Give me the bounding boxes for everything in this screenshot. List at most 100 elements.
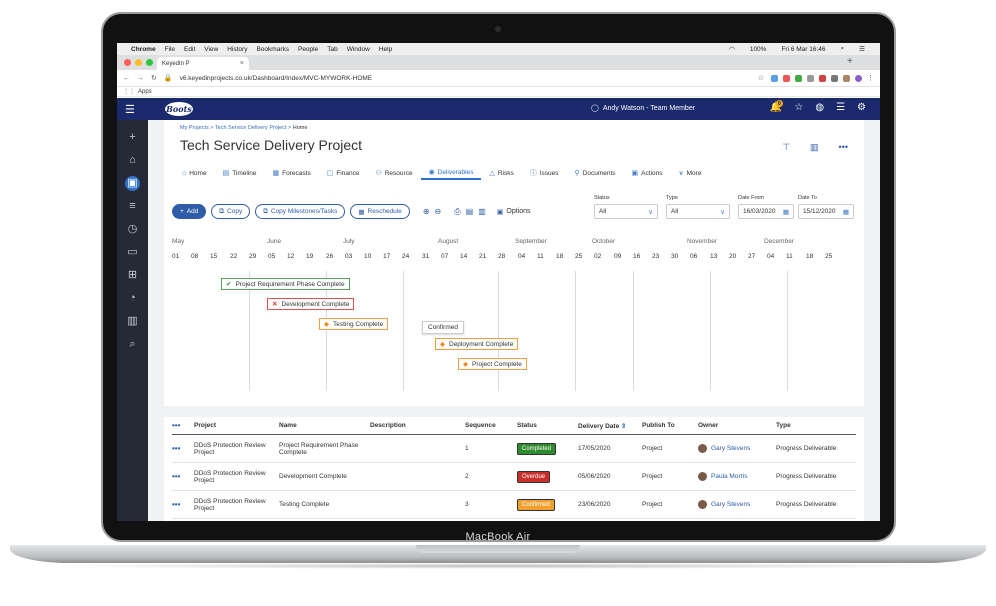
star-icon[interactable]: ☆ bbox=[794, 102, 803, 113]
column-header[interactable]: Publish To bbox=[642, 422, 698, 429]
extension-icon[interactable] bbox=[831, 74, 838, 82]
row-menu-icon[interactable]: ••• bbox=[172, 444, 194, 453]
row-menu-icon[interactable]: ••• bbox=[172, 421, 194, 430]
hamburger-icon[interactable]: ☰ bbox=[125, 103, 135, 116]
profile-avatar[interactable] bbox=[855, 74, 862, 82]
tab-resource[interactable]: ⚇ Resource bbox=[367, 166, 420, 180]
wifi-icon[interactable]: ◠ bbox=[729, 45, 735, 53]
column-header[interactable]: Status bbox=[517, 422, 578, 429]
menu-people[interactable]: People bbox=[298, 46, 318, 53]
apps-grid-icon[interactable]: ⋮⋮ bbox=[123, 88, 135, 95]
search-icon[interactable]: ⌕ bbox=[841, 45, 845, 53]
pdf-icon[interactable]: ▤ bbox=[466, 207, 474, 216]
maximize-window-button[interactable] bbox=[146, 59, 153, 66]
column-header[interactable]: Type bbox=[776, 422, 856, 429]
export-icon[interactable]: ▥ bbox=[478, 207, 486, 216]
hierarchy-icon[interactable]: ⊤ bbox=[782, 142, 790, 153]
bell-icon[interactable]: 🔔 0 bbox=[770, 100, 783, 113]
row-menu-icon[interactable]: ••• bbox=[172, 472, 194, 481]
reload-icon[interactable]: ↻ bbox=[151, 74, 157, 82]
tab-timeline[interactable]: ▤ Timeline bbox=[215, 166, 265, 180]
minimize-window-button[interactable] bbox=[135, 59, 142, 66]
tab-finance[interactable]: ▢ Finance bbox=[319, 166, 368, 180]
gear-icon[interactable]: ⚙ bbox=[857, 102, 866, 113]
column-header[interactable]: Sequence bbox=[465, 422, 517, 429]
apps-bookmark[interactable]: Apps bbox=[138, 89, 152, 95]
owner-link[interactable]: Gary Stevens bbox=[698, 444, 776, 453]
clock-icon[interactable]: ◷ bbox=[125, 222, 140, 237]
list-icon[interactable]: ☰ bbox=[836, 102, 845, 113]
status-select[interactable]: All ∨ bbox=[594, 204, 658, 219]
briefcase-icon[interactable]: ▣ bbox=[125, 176, 140, 191]
bookmark-star-icon[interactable]: ☆ bbox=[758, 74, 764, 82]
menu-list-icon[interactable]: ☰ bbox=[859, 45, 865, 53]
add-button[interactable]: + Add bbox=[172, 204, 207, 219]
milestone-bar[interactable]: ◆ Deployment Complete bbox=[435, 338, 519, 350]
milestone-bar[interactable]: ◆ Testing Complete bbox=[319, 318, 389, 330]
tab-home[interactable]: ⌂ Home bbox=[174, 166, 215, 180]
column-header[interactable]: Description bbox=[370, 422, 465, 429]
breadcrumb-my-projects[interactable]: My Projects bbox=[180, 125, 209, 131]
browser-tab[interactable]: KeyedIn P × bbox=[157, 57, 249, 70]
type-select[interactable]: All ∨ bbox=[666, 204, 730, 219]
table-row[interactable]: ••• DDoS Protection Review Project Project… bbox=[172, 435, 856, 463]
menu-history[interactable]: History bbox=[227, 46, 247, 53]
calendar-icon[interactable]: ▭ bbox=[125, 245, 140, 260]
menu-view[interactable]: View bbox=[204, 46, 218, 53]
extension-icon[interactable] bbox=[843, 74, 850, 82]
battery-level[interactable]: 100% bbox=[750, 46, 767, 53]
column-header[interactable]: Project bbox=[194, 422, 279, 429]
extension-icon[interactable] bbox=[771, 74, 778, 82]
tab-forecasts[interactable]: ▦ Forecasts bbox=[265, 166, 319, 180]
new-tab-icon[interactable]: + bbox=[847, 56, 853, 67]
chart-icon[interactable]: ▥ bbox=[125, 314, 140, 329]
breadcrumb-project[interactable]: Tech Service Delivery Project bbox=[215, 125, 287, 131]
zoom-in-icon[interactable]: ⊕ bbox=[423, 207, 430, 216]
back-icon[interactable]: ← bbox=[123, 75, 130, 82]
globe-icon[interactable]: ◍ bbox=[815, 102, 824, 113]
tab-more[interactable]: ∨ More bbox=[671, 166, 710, 180]
extension-icon[interactable] bbox=[807, 74, 814, 82]
reschedule-button[interactable]: ▦ Reschedule bbox=[350, 204, 410, 219]
column-header[interactable]: Name bbox=[279, 422, 370, 429]
owner-link[interactable]: Gary Stevens bbox=[698, 500, 776, 509]
date-to-input[interactable]: 15/12/2020 ▦ bbox=[798, 204, 854, 219]
close-window-button[interactable] bbox=[124, 59, 131, 66]
menu-tab[interactable]: Tab bbox=[327, 46, 337, 53]
close-tab-icon[interactable]: × bbox=[240, 60, 244, 67]
table-row[interactable]: ••• DDoS Protection Review Project Develop… bbox=[172, 463, 856, 491]
milestone-bar[interactable]: ◆ Project Complete bbox=[458, 358, 527, 370]
tab-documents[interactable]: ⚲ Documents bbox=[567, 166, 624, 180]
menu-help[interactable]: Help bbox=[379, 46, 392, 53]
copy-button[interactable]: ⧉ Copy bbox=[211, 204, 251, 219]
menu-file[interactable]: File bbox=[165, 46, 175, 53]
search-icon[interactable]: ⌕ bbox=[125, 337, 140, 352]
menu-window[interactable]: Window bbox=[347, 46, 370, 53]
copy-milestones-button[interactable]: ⧉ Copy Milestones/Tasks bbox=[255, 204, 346, 219]
more-icon[interactable]: ••• bbox=[839, 142, 848, 153]
browser-menu-icon[interactable]: ⋮ bbox=[867, 74, 874, 82]
column-header[interactable]: Owner bbox=[698, 422, 776, 429]
options-button[interactable]: ▣ Options bbox=[497, 208, 531, 216]
app-menu[interactable]: Chrome bbox=[131, 46, 156, 53]
extension-icon[interactable] bbox=[783, 74, 790, 82]
table-row[interactable]: ••• DDoS Protection Review Project Testing… bbox=[172, 491, 856, 519]
hierarchy-icon[interactable]: ⊞ bbox=[125, 268, 140, 283]
tab-deliverables[interactable]: ◉ Deliverables bbox=[420, 166, 482, 180]
zoom-out-icon[interactable]: ⊖ bbox=[435, 207, 442, 216]
user-menu[interactable]: ◯ Andy Watson - Team Member bbox=[591, 104, 695, 113]
tab-actions[interactable]: ▣ Actions bbox=[624, 166, 671, 180]
date-from-input[interactable]: 16/03/2020 ▦ bbox=[738, 204, 794, 219]
menu-edit[interactable]: Edit bbox=[184, 46, 195, 53]
extension-icon[interactable] bbox=[819, 74, 826, 82]
bar-chart-icon[interactable]: ▥ bbox=[810, 142, 819, 153]
column-header-sorted[interactable]: Delivery Date ⇕ bbox=[578, 422, 642, 430]
row-menu-icon[interactable]: ••• bbox=[172, 500, 194, 509]
extension-icon[interactable] bbox=[795, 74, 802, 82]
dashboard-icon[interactable]: ◔ bbox=[125, 291, 140, 306]
owner-link[interactable]: Paula Morris bbox=[698, 472, 776, 481]
tab-risks[interactable]: △ Risks bbox=[481, 166, 521, 180]
pin-icon[interactable]: ⌂ bbox=[125, 153, 140, 168]
tab-issues[interactable]: ⓘ Issues bbox=[522, 166, 567, 180]
milestone-bar[interactable]: ✕ Development Complete bbox=[267, 298, 355, 310]
